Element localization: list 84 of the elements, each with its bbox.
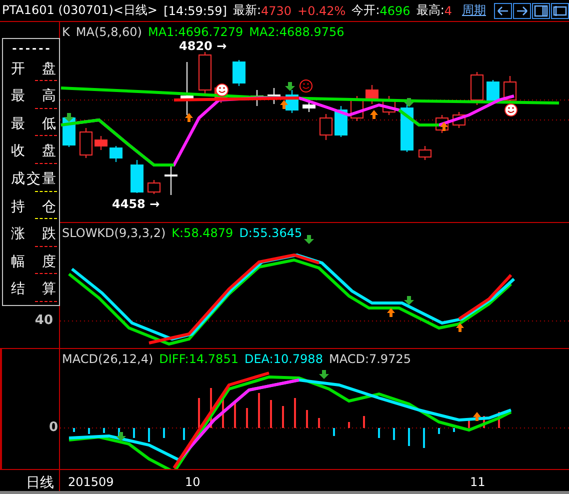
up-arrow-icon bbox=[440, 122, 448, 131]
up-arrow-icon bbox=[387, 308, 395, 317]
field-label: 最 低 bbox=[11, 116, 56, 132]
indicator-value: DEA:10.7988 bbox=[244, 352, 323, 366]
left-arrow-icon bbox=[496, 4, 510, 16]
field-label: 幅 度 bbox=[11, 254, 56, 270]
indicator-value: MA2:4688.9756 bbox=[249, 25, 344, 39]
candlestick bbox=[418, 146, 432, 160]
candlestick bbox=[110, 146, 122, 162]
axis-period-label: 日线 bbox=[0, 470, 60, 491]
quote-value: 4 bbox=[444, 4, 452, 18]
split-panel-button[interactable] bbox=[532, 2, 550, 18]
left-arrow-button[interactable] bbox=[494, 2, 512, 18]
indicator-name: SLOWKD(9,3,3,2) bbox=[62, 226, 166, 240]
period-link[interactable]: 周期 bbox=[462, 2, 486, 19]
down-arrow-icon bbox=[404, 296, 414, 305]
x-axis-tick: 10 bbox=[185, 475, 200, 489]
field-label: 开 盘 bbox=[11, 60, 56, 77]
candlestick bbox=[452, 112, 466, 128]
up-arrow-icon bbox=[473, 412, 481, 421]
down-arrow-icon bbox=[285, 82, 295, 91]
window-icon bbox=[553, 4, 567, 16]
indicator-value: D:55.3645 bbox=[239, 226, 302, 240]
candlestick bbox=[320, 114, 332, 140]
candlestick bbox=[334, 106, 348, 138]
indicator-name: MA(5,8,60) bbox=[76, 25, 142, 39]
quote-label: 最新: bbox=[232, 2, 261, 19]
y-axis-tick: 0 bbox=[48, 420, 58, 437]
candlestick bbox=[164, 164, 178, 196]
candlestick bbox=[130, 160, 144, 194]
right-arrow-button[interactable] bbox=[513, 2, 531, 18]
split-panel-icon bbox=[534, 4, 548, 16]
indicator-value: MACD:7.9725 bbox=[328, 352, 411, 366]
candlestick bbox=[94, 136, 108, 150]
x-axis-tick: 11 bbox=[470, 475, 486, 489]
field-label: 持 仓 bbox=[11, 198, 56, 215]
window-button[interactable] bbox=[551, 2, 569, 18]
up-arrow-icon bbox=[185, 113, 193, 122]
panel-heading: ------ bbox=[10, 43, 52, 57]
candlestick bbox=[400, 104, 414, 152]
candlestick bbox=[486, 80, 500, 104]
quote-change: +0.42% bbox=[298, 4, 346, 18]
y-axis-tick: 40 bbox=[34, 313, 53, 328]
smiley-icon bbox=[504, 104, 518, 116]
x-axis-tick: 201509 bbox=[68, 475, 114, 489]
field-label: 最 高 bbox=[11, 88, 56, 104]
field-label: 收 盘 bbox=[11, 143, 56, 160]
right-arrow-icon bbox=[515, 4, 529, 16]
down-arrow-icon bbox=[404, 98, 414, 107]
candlestick bbox=[366, 84, 378, 104]
indicator-name: MACD(26,12,4) bbox=[62, 352, 154, 366]
candlestick bbox=[148, 180, 160, 194]
down-arrow-icon bbox=[304, 235, 314, 244]
quote-label: 最高: bbox=[416, 2, 444, 19]
down-arrow-icon bbox=[116, 432, 126, 441]
field-label: 涨 跌 bbox=[11, 226, 56, 242]
field-label: 结 算 bbox=[11, 281, 56, 298]
up-arrow-icon bbox=[370, 110, 378, 119]
candlestick bbox=[180, 62, 194, 116]
candlestick bbox=[268, 88, 280, 104]
indicator-value: K:58.4879 bbox=[172, 226, 234, 240]
low-price-label: 4458 → bbox=[112, 197, 160, 211]
quote-time: [14:59:59] bbox=[164, 4, 227, 18]
down-arrow-icon bbox=[319, 370, 329, 379]
symbol-title: PTA1601 (030701)<日线> bbox=[2, 2, 158, 19]
down-arrow-icon bbox=[64, 113, 74, 122]
indicator-value: DIFF:14.7851 bbox=[159, 352, 238, 366]
candlestick bbox=[286, 90, 298, 114]
quote-value: 4730 bbox=[260, 4, 292, 18]
candlestick bbox=[470, 72, 484, 106]
candlestick bbox=[198, 52, 212, 96]
field-label: 成交量 bbox=[11, 171, 56, 187]
candlestick bbox=[80, 128, 92, 158]
quote-label: 今开: bbox=[352, 2, 380, 19]
candlestick bbox=[232, 60, 246, 86]
chart-title: K bbox=[62, 25, 70, 39]
candlestick bbox=[382, 96, 396, 116]
indicator-value: MA1:4696.7279 bbox=[148, 25, 244, 39]
up-arrow-icon bbox=[456, 323, 464, 332]
smiley-icon bbox=[300, 80, 312, 92]
quote-value: 4696 bbox=[380, 4, 410, 18]
up-arrow-icon bbox=[280, 100, 288, 109]
high-price-label: 4820 → bbox=[179, 39, 227, 53]
smiley-icon bbox=[216, 84, 228, 96]
